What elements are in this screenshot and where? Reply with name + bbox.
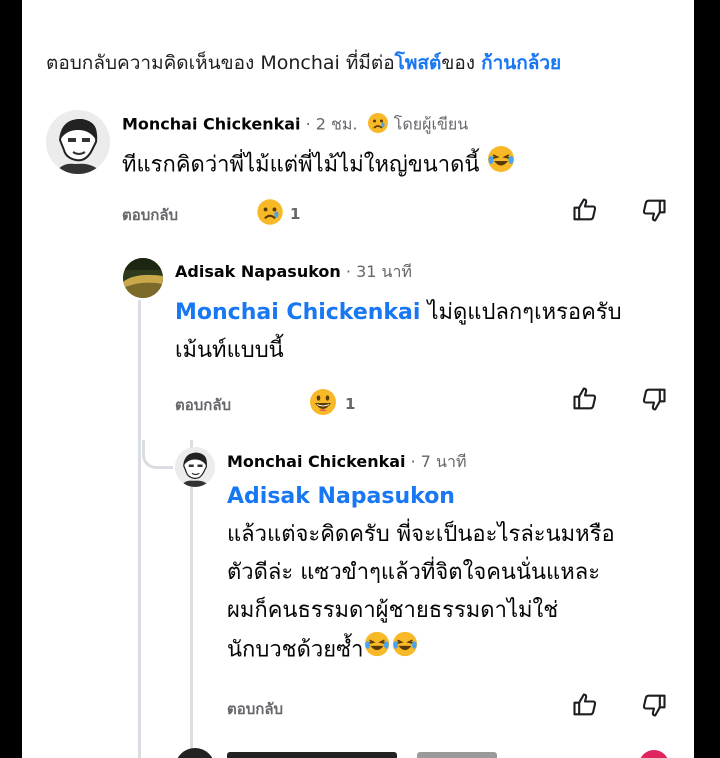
reaction-badge: [639, 750, 669, 758]
header-prefix: ตอบกลับความคิดเห็นของ Monchai ที่มีต่อ: [46, 52, 395, 74]
reaction-count: 1: [345, 395, 356, 413]
avatar[interactable]: [175, 748, 215, 758]
grinning-face-icon: [309, 388, 337, 420]
sad-face-icon: [367, 112, 389, 138]
comment-author[interactable]: Monchai Chickenkai: [122, 115, 301, 134]
thread-connector: [138, 300, 141, 758]
comment-header: Adisak Napasukon · 31 นาที: [175, 260, 412, 285]
reply-context-header: ตอบกลับความคิดเห็นของ Monchai ที่มีต่อโพ…: [46, 48, 561, 78]
thumbs-up-icon[interactable]: [571, 691, 599, 719]
reply-button[interactable]: ตอบกลับ: [227, 697, 283, 721]
comment-text: ทีแรกคิดว่าพี่ไม้แต่พี่ไม้ไม่ใหญ่ขนาดนี้: [122, 152, 480, 178]
mention-link[interactable]: Monchai Chickenkai: [175, 300, 420, 325]
comment-text-line: นักบวชด้วยซ้ำ: [227, 637, 364, 663]
comment-header: Monchai Chickenkai · 7 นาที: [227, 450, 467, 475]
avatar[interactable]: [46, 110, 110, 174]
author-badge: โดยผู้เขียน: [393, 114, 469, 134]
header-of: ของ: [441, 52, 482, 74]
comment-author[interactable]: Monchai Chickenkai: [227, 452, 406, 471]
post-link[interactable]: โพสต์: [395, 52, 442, 74]
sad-face-icon: [256, 198, 284, 230]
avatar-landscape-icon: [123, 258, 163, 298]
comment-text-line: ผมก็คนธรรมดาผู้ชายธรรมดาไม่ใช่: [227, 598, 559, 623]
reaction-count: 1: [290, 205, 301, 223]
avatar-sketch-icon: [175, 447, 215, 487]
comment-text-line: เม้นท์แบบนี้: [175, 338, 284, 363]
comment-body: Monchai Chickenkai ไม่ดูแปลกๆเหรอครับ เม…: [175, 294, 675, 370]
comment-body: Adisak Napasukon แล้วแต่จะคิดครับ พี่จะเ…: [227, 478, 687, 671]
comment-text-line: แล้วแต่จะคิดครับ พี่จะเป็นอะไรล่ะนมหรือ: [227, 522, 615, 547]
laughing-face-icon: [363, 630, 391, 671]
cutoff-comment-time: [417, 752, 497, 758]
comment-time[interactable]: · 31 นาที: [346, 262, 412, 281]
reaction-summary[interactable]: 1: [309, 388, 355, 420]
thumbs-down-icon[interactable]: [640, 196, 668, 224]
comment-time[interactable]: · 2 ชม.: [306, 115, 358, 134]
thumbs-down-icon[interactable]: [640, 385, 668, 413]
comment-header: Monchai Chickenkai · 2 ชม. โดยผู้เขียน: [122, 112, 468, 138]
nested-thread-connector: [190, 440, 193, 758]
thumbs-down-icon[interactable]: [640, 691, 668, 719]
reply-button[interactable]: ตอบกลับ: [175, 393, 231, 417]
comment-body: ทีแรกคิดว่าพี่ไม้แต่พี่ไม้ไม่ใหญ่ขนาดนี้: [122, 144, 516, 187]
mention-link[interactable]: Adisak Napasukon: [227, 478, 687, 516]
thumbs-up-icon[interactable]: [571, 196, 599, 224]
avatar[interactable]: [175, 447, 215, 487]
page-link[interactable]: ก้านกล้วย: [481, 52, 561, 74]
avatar[interactable]: [123, 258, 163, 298]
reply-elbow: [142, 440, 173, 469]
reaction-summary[interactable]: 1: [256, 198, 300, 230]
laughing-face-icon: [486, 144, 516, 187]
comment-text-line: ตัวดีล่ะ แซวขำๆแล้วที่จิตใจคนนั่นแหละ: [227, 560, 601, 585]
cutoff-comment-author: [227, 752, 397, 758]
avatar-sketch-icon: [46, 110, 110, 174]
comment-time[interactable]: · 7 นาที: [411, 452, 467, 471]
laughing-face-icon: [391, 630, 419, 671]
reply-button[interactable]: ตอบกลับ: [122, 203, 178, 227]
thumbs-up-icon[interactable]: [571, 385, 599, 413]
comment-text-line: ไม่ดูแปลกๆเหรอครับ: [420, 300, 622, 325]
comment-author[interactable]: Adisak Napasukon: [175, 262, 341, 281]
comment-thread-panel: ตอบกลับความคิดเห็นของ Monchai ที่มีต่อโพ…: [22, 0, 694, 758]
